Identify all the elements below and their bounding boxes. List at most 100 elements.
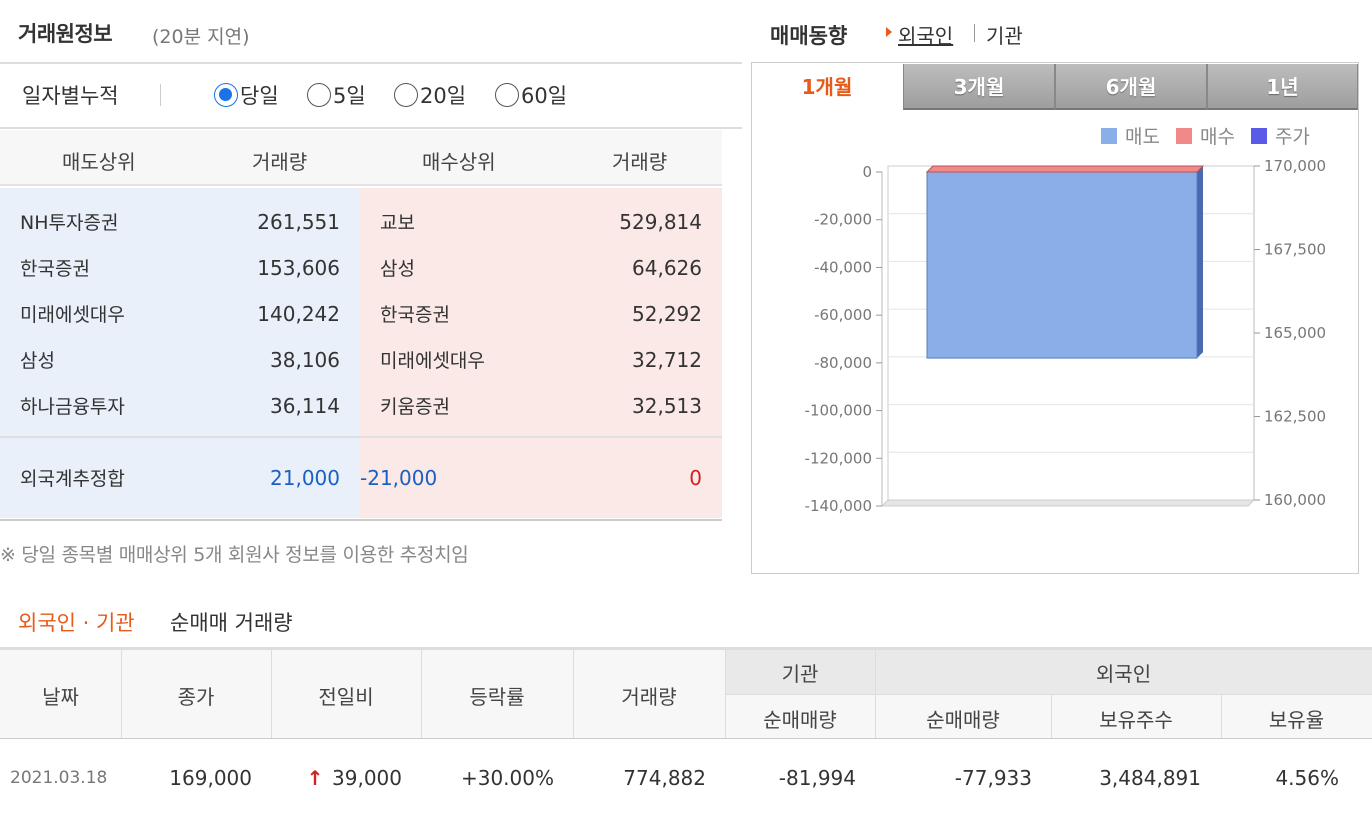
row-rate: +30.00% <box>460 766 554 790</box>
legend-swatch-buy <box>1175 127 1192 144</box>
col-header-date: 날짜 <box>42 685 79 709</box>
period-radio-label: 20일 <box>420 84 467 108</box>
col-header-buy-top: 매수상위 <box>422 150 496 174</box>
y-tick-label: -120,000 <box>805 449 872 467</box>
divider <box>160 84 161 106</box>
col-header-inst-net: 순매매량 <box>763 708 837 732</box>
period-radio-20d[interactable]: 20일 <box>394 80 466 110</box>
buy-broker: 삼성 <box>380 258 415 280</box>
sell-bar <box>926 171 1198 359</box>
y-tick-label: -140,000 <box>805 497 872 515</box>
sell-volume: 261,551 <box>257 210 340 234</box>
y2-tick-label: 160,000 <box>1264 491 1326 509</box>
foreign-buy-volume: -21,000 <box>360 466 438 490</box>
y-tick-label: -20,000 <box>814 211 872 229</box>
row-volume: 774,882 <box>623 766 706 790</box>
divider <box>0 436 722 438</box>
foreign-sum-label: 외국계추정합 <box>20 468 125 490</box>
buy-broker: 키움증권 <box>380 396 450 418</box>
foreign-link[interactable]: 외국인 <box>898 20 953 49</box>
legend-label-sell: 매도 <box>1125 126 1160 148</box>
y-tick-label: -60,000 <box>814 306 872 324</box>
col-header-sell-volume: 거래량 <box>252 150 308 174</box>
sell-volume: 36,114 <box>270 394 340 418</box>
divider <box>726 694 1372 695</box>
divider <box>974 24 975 42</box>
y2-tick-label: 165,000 <box>1264 324 1326 342</box>
col-header-volume: 거래량 <box>621 685 677 709</box>
period-radio-today[interactable]: 당일 <box>214 80 279 110</box>
row-date: 2021.03.18 <box>10 768 108 788</box>
buy-broker: 미래에셋대우 <box>380 350 485 372</box>
col-header-foreign-net: 순매매량 <box>926 708 1000 732</box>
chart-legend: 매도 매수 주가 <box>1101 122 1310 149</box>
col-header-ratio: 보유율 <box>1268 708 1325 732</box>
y2-tick-label: 170,000 <box>1264 157 1326 175</box>
plot-floor <box>880 499 1256 507</box>
row-change: 39,000 <box>332 766 402 790</box>
col-header-sell-top: 매도상위 <box>62 150 136 174</box>
divider <box>0 519 722 521</box>
row-holding: 3,484,891 <box>1099 766 1201 790</box>
sell-broker: 삼성 <box>20 350 55 372</box>
triangle-right-icon <box>886 27 892 37</box>
sell-broker: 한국증권 <box>20 258 90 280</box>
row-ratio: 4.56% <box>1275 766 1339 790</box>
sell-volume: 38,106 <box>270 348 340 372</box>
period-radio-label: 5일 <box>333 84 366 108</box>
trade-trend-title: 매매동향 <box>770 24 848 48</box>
y-tick-label: -80,000 <box>814 354 872 372</box>
net-volume-title: 순매매 거래량 <box>170 611 293 635</box>
radio-circle-icon[interactable] <box>495 83 519 107</box>
period-radio-label: 60일 <box>521 84 568 108</box>
foreign-net: 0 <box>689 466 702 490</box>
sell-broker: NH투자증권 <box>20 212 119 234</box>
trade-trend-chart: 0 -20,000 -40,000 -60,000 -80,000 -100,000 -12… <box>805 157 1326 515</box>
foreign-sell-volume: 21,000 <box>270 466 340 490</box>
period-radio-label: 당일 <box>240 84 279 108</box>
period-label: 일자별누적 <box>22 84 119 108</box>
sell-bar-side <box>1197 166 1203 359</box>
buy-volume: 32,513 <box>632 394 702 418</box>
tab-1-month[interactable]: 1개월 <box>752 64 902 110</box>
col-group-foreign: 외국인 <box>1095 662 1152 686</box>
sell-volume: 153,606 <box>257 256 340 280</box>
sell-broker: 하나금융투자 <box>20 396 125 418</box>
trader-table-header: 매도상위 거래량 매수상위 거래량 <box>0 130 722 186</box>
buy-volume: 529,814 <box>619 210 702 234</box>
legend-label-price: 주가 <box>1274 126 1310 148</box>
buy-broker: 교보 <box>380 212 415 234</box>
col-header-buy-volume: 거래량 <box>612 150 668 174</box>
radio-circle-icon[interactable] <box>394 83 418 107</box>
legend-swatch-sell <box>1101 127 1117 144</box>
buy-volume: 64,626 <box>632 256 702 280</box>
net-volume-title-highlight: 외국인 · 기관 <box>18 611 135 635</box>
legend-label-buy: 매수 <box>1199 126 1235 148</box>
estimate-note: ※ 당일 종목별 매매상위 5개 회원사 정보를 이용한 추정치임 <box>0 544 469 566</box>
col-header-holding: 보유주수 <box>1099 708 1173 732</box>
period-radio-60d[interactable]: 60일 <box>495 80 567 110</box>
tab-6-months[interactable]: 6개월 <box>1055 64 1207 110</box>
col-group-institution: 기관 <box>781 662 819 686</box>
institution-link[interactable]: 기관 <box>986 20 1023 49</box>
period-radio-5d[interactable]: 5일 <box>307 80 366 110</box>
col-header-change: 전일비 <box>318 685 374 709</box>
legend-swatch-price <box>1250 127 1267 144</box>
sell-broker: 미래에셋대우 <box>20 304 125 326</box>
row-inst-net: -81,994 <box>778 766 856 790</box>
col-header-close: 종가 <box>177 685 215 709</box>
divider <box>0 127 742 129</box>
tab-3-months[interactable]: 3개월 <box>903 64 1055 110</box>
radio-circle-icon[interactable] <box>307 83 331 107</box>
y-tick-label: 0 <box>862 163 872 181</box>
trader-info-title: 거래원정보 <box>18 22 113 46</box>
y-tick-label: -40,000 <box>814 258 872 276</box>
buy-bar <box>925 165 1205 173</box>
tab-1-year[interactable]: 1년 <box>1207 64 1358 110</box>
y-tick-label: -100,000 <box>805 402 872 420</box>
col-header-rate: 등락률 <box>469 685 525 709</box>
radio-circle-icon[interactable] <box>214 83 238 107</box>
delay-note: (20분 지연) <box>152 26 250 48</box>
divider <box>0 62 742 64</box>
sell-volume: 140,242 <box>257 302 340 326</box>
